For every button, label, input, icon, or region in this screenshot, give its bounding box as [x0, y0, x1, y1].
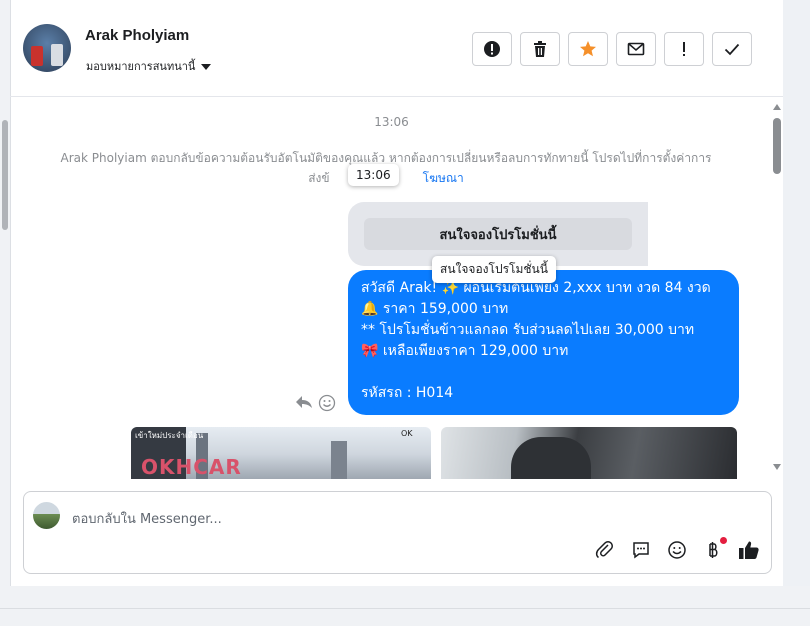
- scroll-up-arrow-icon[interactable]: [773, 104, 781, 110]
- reply-input[interactable]: ตอบกลับใน Messenger...: [72, 508, 222, 529]
- mark-unread-button[interactable]: [616, 32, 656, 66]
- dealer-logo: OKHCAR: [141, 455, 242, 479]
- star-icon: [580, 41, 596, 57]
- check-icon: [724, 43, 740, 56]
- bubble-line: [361, 362, 726, 383]
- conversation-header: Arak Pholyiam มอบหมายการสนทนานี้: [10, 0, 783, 97]
- scroll-down-arrow-icon[interactable]: [773, 464, 781, 470]
- bubble-line: 🎀 เหลือเพียงราคา 129,000 บาท: [361, 343, 569, 359]
- quick-reply-button[interactable]: สนใจจองโปรโมชั่นนี้: [364, 218, 632, 250]
- assign-label: มอบหมายการสนทนานี้: [86, 60, 196, 73]
- reaction-emoji-icon[interactable]: [318, 394, 336, 412]
- image-watermark: OK: [401, 429, 413, 438]
- car-image-1[interactable]: เข้าใหม่ประจำเดือน OKHCAR OK: [131, 427, 431, 479]
- trash-icon: [534, 41, 546, 57]
- delete-button[interactable]: [520, 32, 560, 66]
- reply-composer[interactable]: ตอบกลับใน Messenger...: [23, 491, 772, 574]
- quick-reply-tooltip: สนใจจองโปรโมชั่นนี้: [432, 256, 556, 283]
- ad-settings-link[interactable]: โฆษณา: [423, 171, 464, 185]
- exclamation-icon: [683, 42, 685, 56]
- scroll-thumb[interactable]: [773, 118, 781, 174]
- message-thread[interactable]: 13:06 Arak Pholyiam ตอบกลับข้อความต้อนรั…: [10, 96, 773, 479]
- assign-conversation-dropdown[interactable]: มอบหมายการสนทนานี้: [86, 57, 212, 75]
- follow-up-button[interactable]: [664, 32, 704, 66]
- thumbs-up-icon[interactable]: [738, 540, 760, 560]
- timestamp-tooltip: 13:06: [348, 164, 399, 186]
- bubble-line: ** โปรโมชั่นข้าวแลกลด รับส่วนลดไปเลย 30,…: [361, 322, 695, 338]
- right-gutter: [783, 0, 810, 586]
- bubble-line: รหัสรถ : H014: [361, 385, 454, 401]
- conversation-panel: Arak Pholyiam มอบหมายการสนทนานี้ 13:06 A…: [0, 0, 783, 586]
- emoji-icon[interactable]: [667, 540, 687, 560]
- message-bubble[interactable]: สวัสดี Arak! ✨ ผ่อนเริ่มต้นเพียง 2,xxx บ…: [348, 270, 739, 415]
- page-footer: [0, 586, 810, 626]
- contact-avatar[interactable]: [23, 24, 71, 72]
- mark-done-button[interactable]: [712, 32, 752, 66]
- saved-reply-icon[interactable]: [631, 540, 651, 560]
- star-button[interactable]: [568, 32, 608, 66]
- payment-notification-badge: [720, 537, 727, 544]
- alert-circle-icon: [484, 41, 500, 57]
- message-timestamp: 13:06: [374, 115, 409, 129]
- system-message-prefix: ส่งข้: [308, 171, 330, 185]
- paperclip-icon[interactable]: [595, 540, 615, 560]
- caret-down-icon: [201, 64, 212, 70]
- baht-payment-icon[interactable]: [703, 540, 723, 560]
- left-scroll-thumb[interactable]: [2, 120, 8, 230]
- thread-scrollbar[interactable]: [773, 96, 783, 479]
- car-image-2[interactable]: [441, 427, 737, 479]
- bubble-line: 🔔 ราคา 159,000 บาท: [361, 301, 509, 317]
- envelope-icon: [627, 42, 645, 56]
- contact-name[interactable]: Arak Pholyiam: [85, 27, 189, 44]
- image-caption: เข้าใหม่ประจำเดือน: [135, 431, 204, 440]
- page-avatar: [33, 502, 60, 529]
- spam-button[interactable]: [472, 32, 512, 66]
- reply-icon[interactable]: [294, 394, 314, 410]
